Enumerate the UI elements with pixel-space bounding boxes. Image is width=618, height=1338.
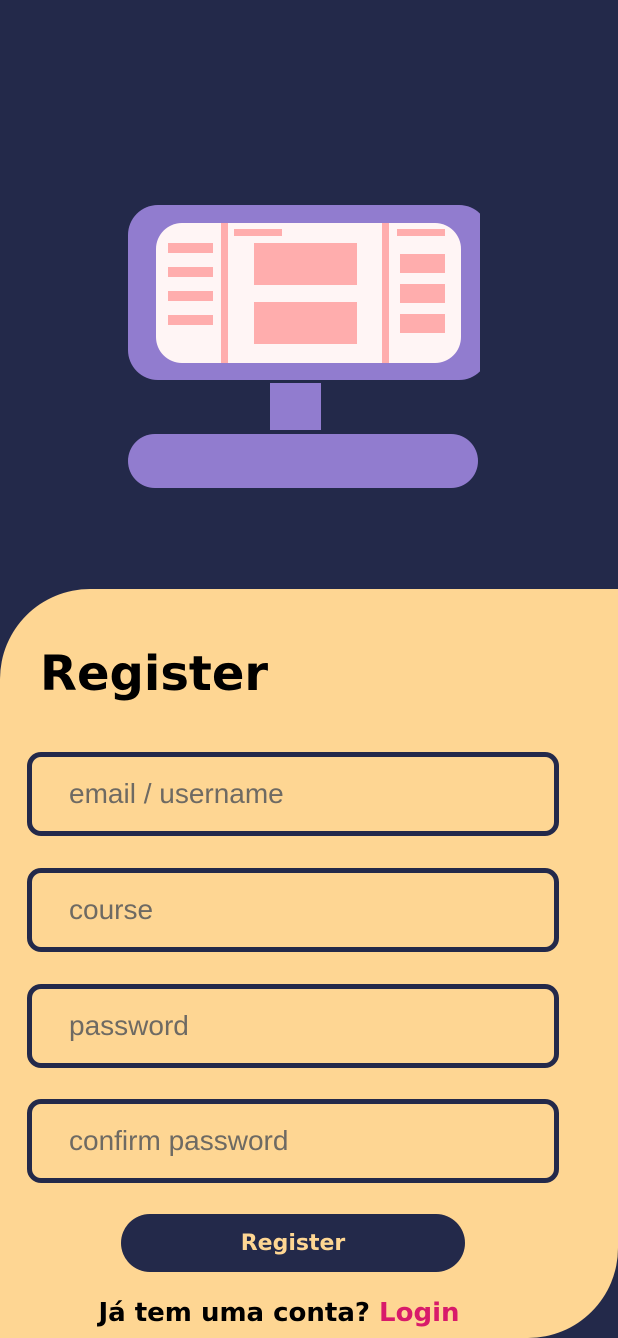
screen-header-line: [397, 229, 445, 236]
computer-monitor-illustration: [128, 205, 480, 488]
screen-divider-left: [221, 223, 228, 363]
login-prompt: Já tem uma conta? Login: [0, 1293, 558, 1333]
screen-menu-line: [168, 267, 213, 277]
monitor-base: [128, 434, 478, 488]
screen-content-block: [254, 243, 357, 285]
course-input[interactable]: [27, 868, 559, 952]
screen-side-block: [400, 254, 445, 273]
confirm-password-input[interactable]: [27, 1099, 559, 1183]
monitor-stand: [270, 383, 321, 430]
screen-side-block: [400, 284, 445, 303]
screen-menu-line: [168, 291, 213, 301]
register-screen: Register Register Já tem uma conta? Logi…: [0, 0, 618, 1338]
screen-content-block: [254, 302, 357, 344]
password-input[interactable]: [27, 984, 559, 1068]
screen-menu-line: [168, 243, 213, 253]
login-prompt-text: Já tem uma conta?: [98, 1298, 370, 1328]
screen-divider-right: [382, 223, 389, 363]
email-username-input[interactable]: [27, 752, 559, 836]
page-title: Register: [40, 646, 269, 702]
screen-menu-line: [168, 315, 213, 325]
screen-side-block: [400, 314, 445, 333]
register-button[interactable]: Register: [121, 1214, 465, 1272]
screen-header-line: [234, 229, 282, 236]
login-link[interactable]: Login: [379, 1298, 459, 1328]
